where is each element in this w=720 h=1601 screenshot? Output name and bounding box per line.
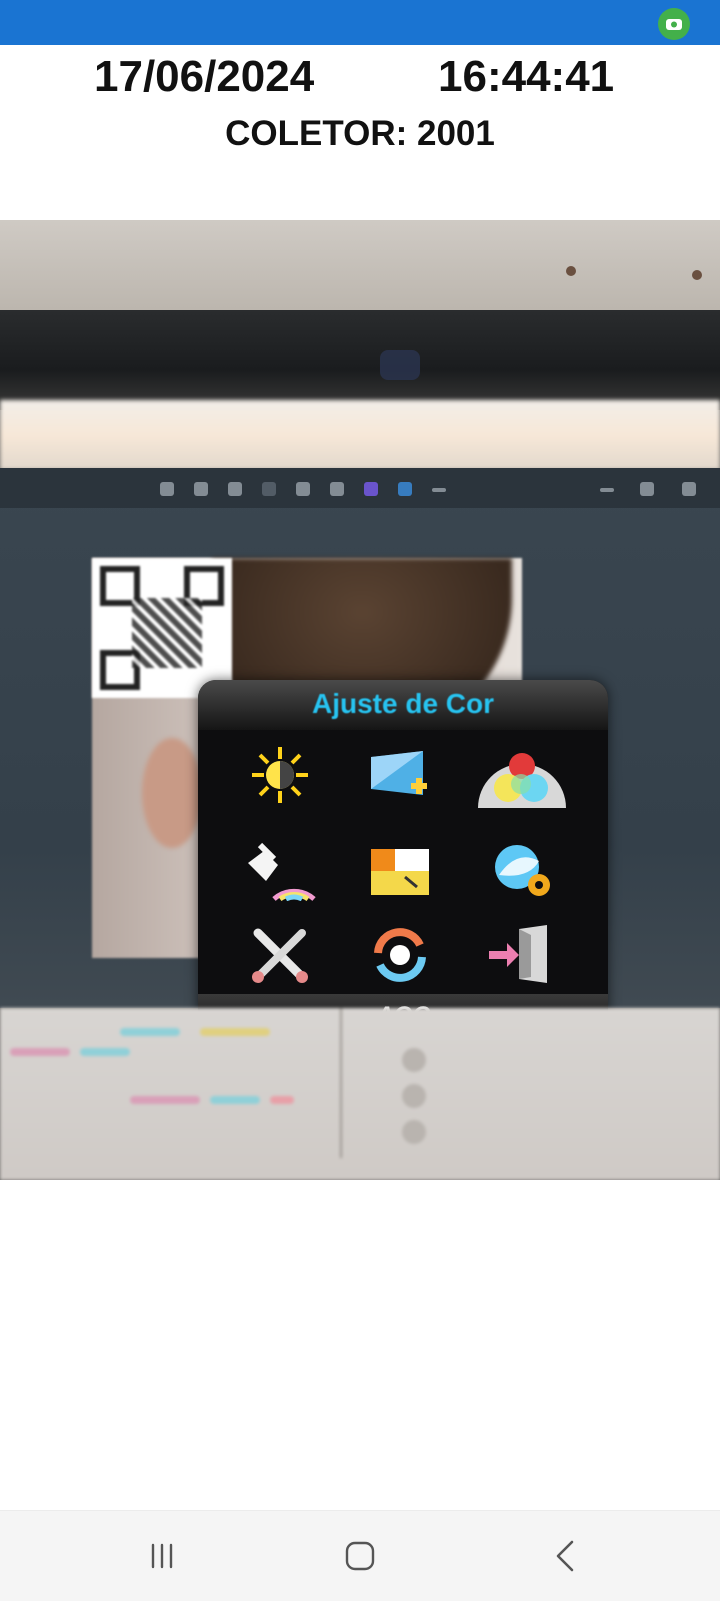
tools-icon (242, 922, 318, 988)
camera-preview[interactable]: Ajuste de Cor (0, 220, 720, 1180)
osd-icon-grid (228, 742, 578, 983)
osd-setup-icon (362, 838, 438, 904)
navigation-bar (0, 1510, 720, 1601)
color-rgb-icon (474, 738, 570, 814)
reset-icon (362, 922, 438, 988)
qr-code (92, 558, 232, 698)
scene-monitor-bezel (0, 310, 720, 410)
image-setup-icon (362, 742, 438, 808)
exit-icon (482, 922, 558, 988)
brightness-icon (242, 742, 318, 808)
scene-lower-screen (0, 1008, 720, 1180)
picture-boost-icon (242, 838, 318, 904)
osd-title-bar: Ajuste de Cor (198, 680, 608, 730)
datetime-header: 17/06/2024 16:44:41 (0, 52, 720, 108)
back-icon[interactable] (536, 1531, 596, 1581)
monitor-osd-menu: Ajuste de Cor (198, 680, 608, 1040)
extra-settings-icon (486, 838, 562, 904)
status-bar (0, 0, 720, 45)
date-label: 17/06/2024 (94, 52, 315, 101)
scene-ceiling (0, 220, 720, 310)
camera-in-use-icon (658, 8, 690, 40)
time-label: 16:44:41 (438, 52, 615, 101)
collector-label: COLETOR: 2001 (225, 114, 495, 153)
scene-light (0, 400, 720, 470)
osd-title: Ajuste de Cor (311, 688, 495, 719)
scene-app-toolbar (0, 468, 720, 508)
recents-icon[interactable] (132, 1531, 192, 1581)
home-icon[interactable] (330, 1531, 390, 1581)
